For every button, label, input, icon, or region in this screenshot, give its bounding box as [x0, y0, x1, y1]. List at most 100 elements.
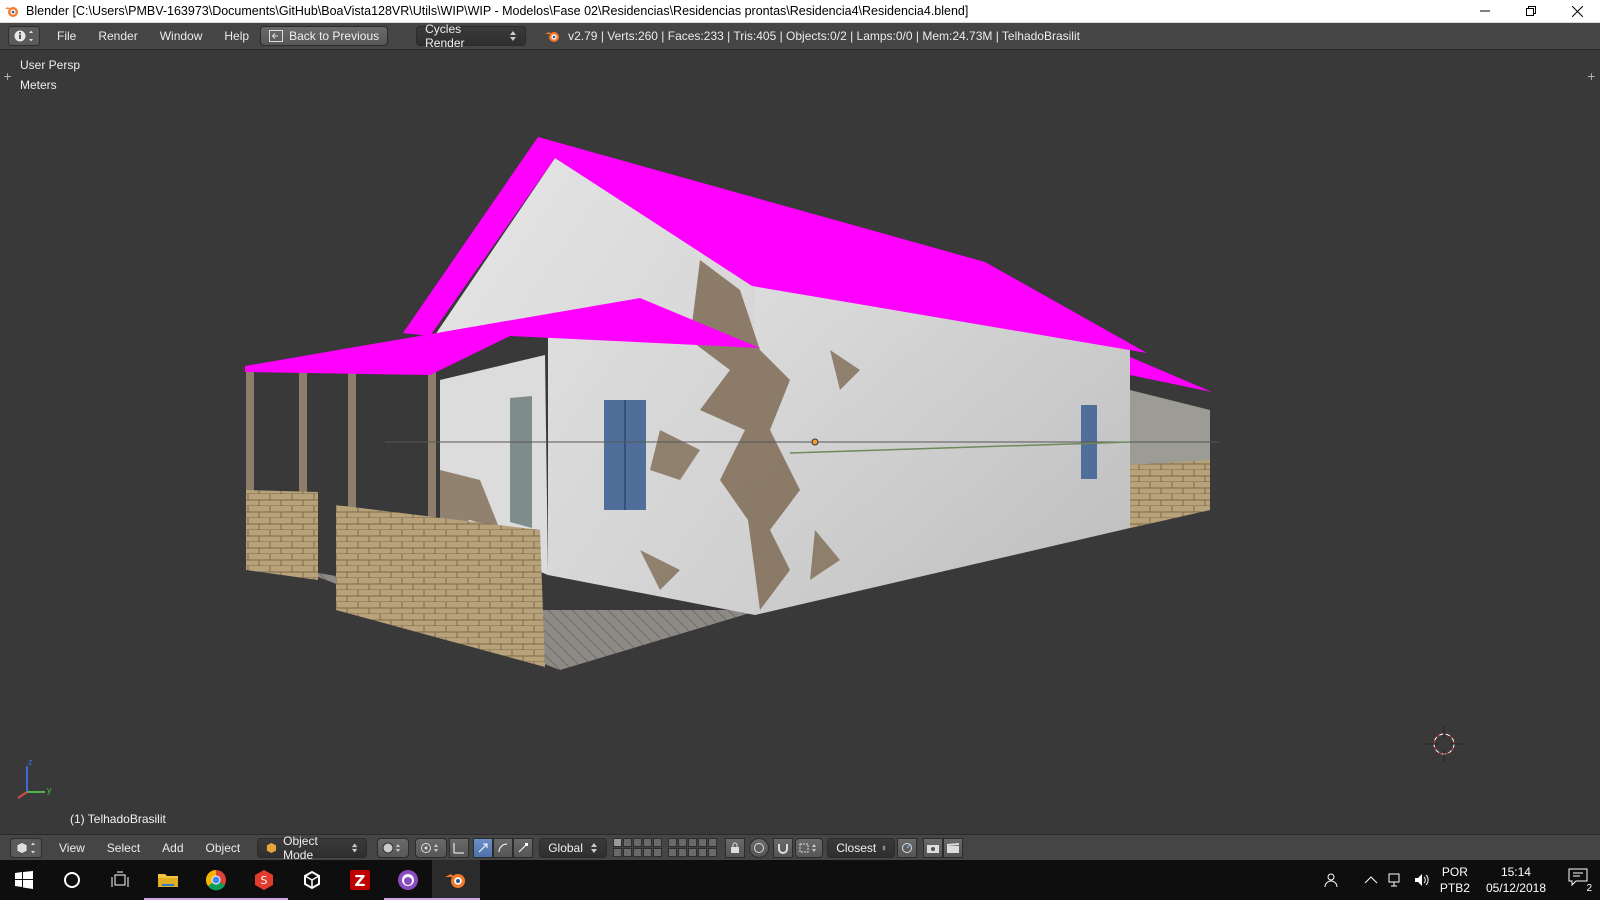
axis-gizmo — [17, 766, 45, 799]
clock-date: 05/12/2018 — [1485, 881, 1546, 895]
viewport-shading-select[interactable] — [377, 837, 410, 858]
svg-text:Z: Z — [355, 872, 366, 890]
proportional-edit-icon — [754, 842, 765, 853]
taskbar-filezilla[interactable]: Z — [336, 860, 384, 900]
updown-arrows-icon — [591, 842, 598, 853]
cortana-circle-icon — [64, 872, 80, 888]
rotate-manipulator-button[interactable] — [493, 837, 514, 858]
system-tray: POR PTB2 15:14 05/12/2018 2 — [1324, 864, 1600, 896]
transform-orientation-select[interactable]: Global — [539, 837, 608, 858]
people-icon[interactable] — [1324, 872, 1340, 888]
opengl-render-animation-button[interactable] — [943, 837, 964, 858]
menu-window[interactable]: Window — [149, 29, 214, 43]
3d-view-header: View Select Add Object Object Mode Globa… — [0, 834, 1600, 862]
blender-logo-icon — [545, 32, 560, 42]
notification-count-badge: 2 — [1584, 883, 1594, 894]
taskbar-chrome[interactable] — [192, 860, 240, 900]
input-language-indicator[interactable]: POR PTB2 — [1440, 864, 1470, 896]
blender-logo-icon — [5, 7, 18, 17]
cube-view-icon — [16, 841, 35, 854]
scale-manipulator-button[interactable] — [513, 837, 534, 858]
task-view-icon — [111, 871, 129, 887]
translate-arrow-icon — [478, 843, 488, 852]
taskbar-clock[interactable]: 15:14 05/12/2018 — [1486, 864, 1546, 896]
axis-z-label: z — [28, 757, 33, 767]
close-button[interactable] — [1554, 0, 1600, 23]
menu-render[interactable]: Render — [87, 29, 148, 43]
house-model[interactable] — [0, 50, 1600, 834]
restore-button[interactable] — [1508, 0, 1554, 23]
close-icon — [1571, 5, 1583, 17]
taskbar-github-desktop[interactable] — [384, 860, 432, 900]
editor-type-button[interactable] — [8, 26, 40, 46]
view3d-editor-type-button[interactable] — [10, 837, 42, 858]
start-button[interactable] — [0, 860, 48, 900]
task-view-button[interactable] — [96, 860, 144, 900]
minimize-icon — [1480, 10, 1490, 12]
filezilla-icon: Z — [350, 870, 370, 890]
minimize-button[interactable] — [1462, 0, 1508, 23]
snap-toggle-button[interactable] — [773, 837, 794, 858]
unity-icon — [304, 870, 320, 890]
layer-lock-button[interactable] — [725, 837, 746, 858]
menu-object[interactable]: Object — [195, 841, 252, 855]
menu-file[interactable]: File — [46, 29, 87, 43]
keyboard-layout-code: PTB2 — [1439, 881, 1470, 895]
snap-element-select[interactable] — [795, 837, 824, 858]
manipulator-toggle[interactable] — [449, 837, 470, 858]
volume-icon[interactable] — [1414, 873, 1430, 887]
chrome-icon — [206, 870, 226, 891]
scene-layers-right[interactable] — [668, 838, 718, 857]
camera-icon — [927, 844, 940, 853]
pivot-point-icon — [421, 842, 439, 853]
taskbar-unity[interactable] — [288, 860, 336, 900]
transform-orientation-label: Global — [548, 840, 583, 855]
proportional-editing-button[interactable] — [749, 837, 770, 858]
render-engine-label: Cycles Render — [425, 22, 465, 50]
back-to-previous-button[interactable]: Back to Previous — [260, 26, 389, 46]
language-code: POR — [1441, 865, 1468, 879]
manipulator-icon — [453, 842, 465, 853]
taskbar-sketchup[interactable]: S — [240, 860, 288, 900]
chevron-up-icon[interactable] — [1364, 875, 1378, 885]
taskbar-file-explorer[interactable] — [144, 860, 192, 900]
clock-time: 15:14 — [1500, 865, 1531, 879]
active-object-label: (1) TelhadoBrasilit — [70, 812, 166, 826]
snap-increment-icon — [799, 843, 817, 852]
object-origin[interactable] — [811, 438, 819, 446]
windows-taskbar: S Z POR PTB2 15:14 05/12/2018 2 — [0, 860, 1600, 900]
cortana-search-button[interactable] — [48, 860, 96, 900]
taskbar-blender[interactable] — [432, 860, 480, 900]
back-to-previous-label: Back to Previous — [289, 29, 380, 43]
menu-help[interactable]: Help — [213, 29, 260, 43]
3d-viewport[interactable]: User Persp Meters + + z y (1) TelhadoBra… — [0, 50, 1600, 834]
updown-arrows-icon — [510, 31, 517, 41]
3d-cursor-icon[interactable] — [1426, 726, 1462, 762]
updown-arrows-icon — [351, 842, 358, 853]
sketchup-icon: S — [255, 870, 273, 890]
action-center-button[interactable]: 2 — [1568, 868, 1594, 894]
axis-y-label: y — [47, 785, 52, 795]
snap-target-select[interactable]: Closest — [827, 837, 896, 858]
render-engine-select[interactable]: Cycles Render — [416, 22, 527, 50]
back-roof — [1130, 357, 1212, 392]
porch-brick-wall-left — [246, 490, 318, 580]
scene-layers-left[interactable] — [613, 838, 663, 857]
translate-manipulator-button[interactable] — [473, 837, 494, 858]
interaction-mode-select[interactable]: Object Mode — [257, 834, 368, 862]
menu-add[interactable]: Add — [151, 841, 194, 855]
back-screen-icon — [269, 30, 284, 42]
menu-view[interactable]: View — [48, 841, 96, 855]
scale-icon — [518, 842, 529, 852]
menu-select[interactable]: Select — [96, 841, 151, 855]
updown-arrows-icon — [882, 845, 886, 850]
magnet-icon — [778, 843, 789, 854]
network-icon[interactable] — [1388, 873, 1404, 887]
pivot-point-select[interactable] — [415, 837, 448, 858]
door — [510, 396, 532, 528]
info-header: File Render Window Help Back to Previous… — [0, 22, 1600, 50]
object-mode-cube-icon — [267, 842, 277, 853]
opengl-render-image-button[interactable] — [923, 837, 944, 858]
snap-rotate-icon — [902, 842, 913, 853]
snap-align-rotation-button[interactable] — [897, 837, 918, 858]
